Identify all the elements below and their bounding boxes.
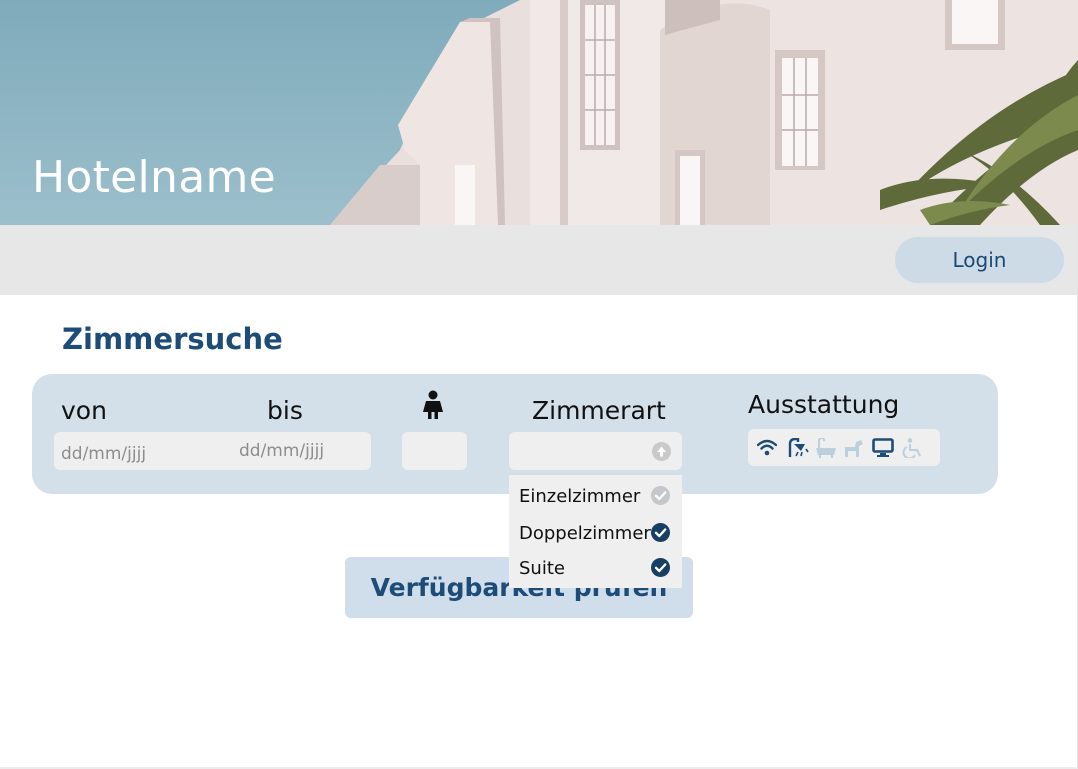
date-range-field xyxy=(54,432,371,473)
nav-bar: Login xyxy=(0,225,1078,295)
dog-icon[interactable] xyxy=(842,438,864,463)
hero-banner: Hotelname xyxy=(0,0,1078,225)
tv-icon[interactable] xyxy=(872,438,894,463)
amenities-filter xyxy=(748,429,940,466)
guests-input[interactable] xyxy=(402,432,467,470)
room-type-dropdown: Einzelzimmer Doppelzimmer Suite xyxy=(509,475,682,588)
person-icon xyxy=(421,390,445,425)
shower-icon[interactable] xyxy=(787,437,809,463)
wheelchair-icon[interactable] xyxy=(902,438,924,463)
option-label: Einzelzimmer xyxy=(519,486,641,507)
check-icon[interactable] xyxy=(651,523,670,547)
room-type-select[interactable] xyxy=(509,432,682,470)
to-date-input[interactable] xyxy=(239,432,367,470)
room-type-option-double[interactable]: Doppelzimmer xyxy=(509,515,682,551)
from-label: von xyxy=(61,396,107,425)
room-type-option-single[interactable]: Einzelzimmer xyxy=(509,478,682,514)
wifi-icon[interactable] xyxy=(756,438,778,463)
login-button[interactable]: Login xyxy=(895,237,1064,283)
room-type-label: Zimmerart xyxy=(532,396,666,425)
hotel-name: Hotelname xyxy=(32,152,277,203)
option-label: Suite xyxy=(519,558,565,579)
chevron-up-icon[interactable] xyxy=(652,442,671,466)
amenities-label: Ausstattung xyxy=(748,390,900,419)
check-icon[interactable] xyxy=(651,558,670,582)
check-icon[interactable] xyxy=(651,486,670,510)
from-date-input[interactable] xyxy=(61,435,221,473)
bathtub-icon[interactable] xyxy=(815,436,837,463)
to-label: bis xyxy=(267,396,303,425)
room-type-option-suite[interactable]: Suite xyxy=(509,550,682,586)
option-label: Doppelzimmer xyxy=(519,523,651,544)
section-title: Zimmersuche xyxy=(62,322,283,356)
